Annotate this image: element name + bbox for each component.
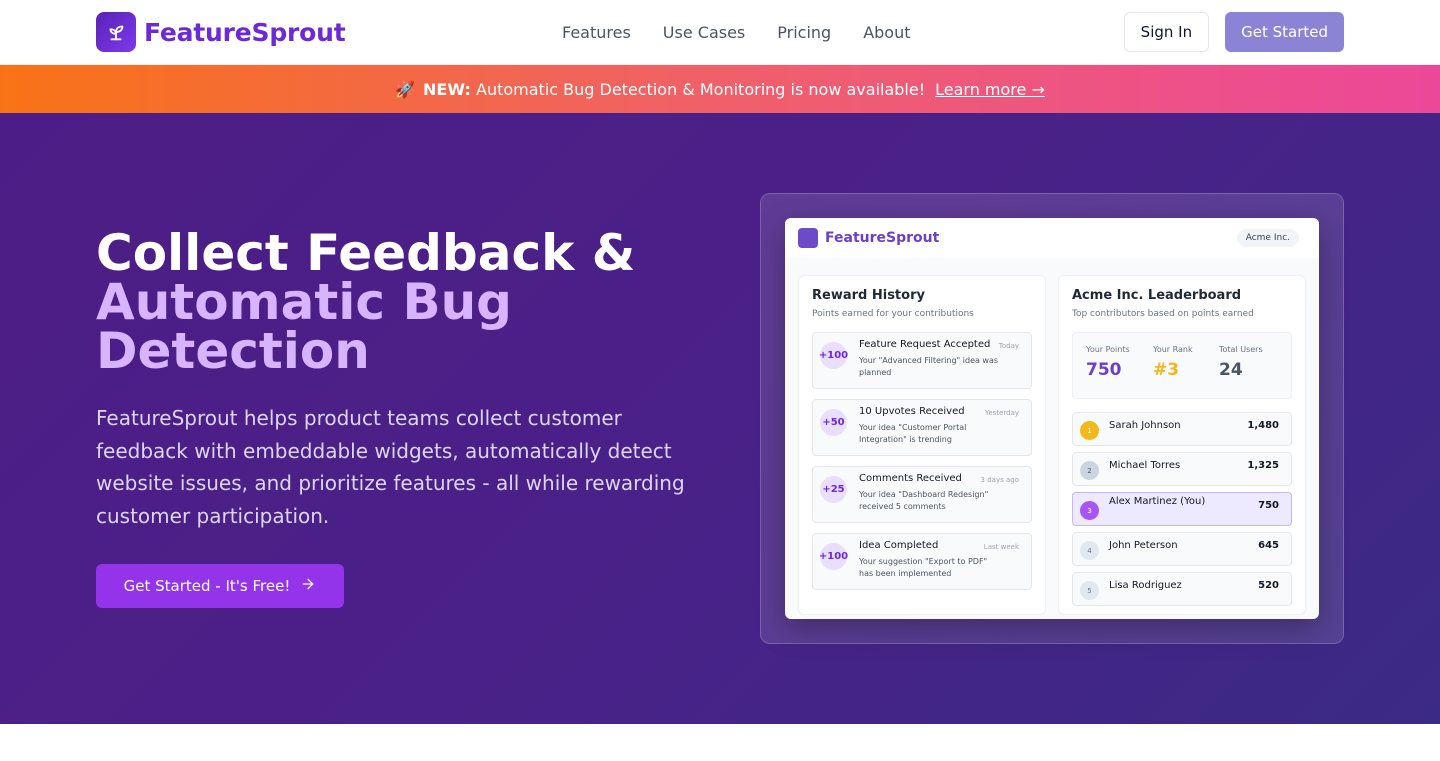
nav-link-about[interactable]: About — [863, 23, 910, 42]
sign-in-button[interactable]: Sign In — [1123, 12, 1210, 52]
hero-title: Collect Feedback & Automatic Bug Detecti… — [96, 228, 716, 380]
nav-link-pricing[interactable]: Pricing — [777, 23, 831, 42]
leader-score: 1,480 — [1247, 420, 1279, 431]
reward-history-title: Reward History — [812, 288, 925, 303]
leader-name: Michael Torres — [1109, 460, 1181, 471]
reward-item: +25 Comments Received 3 days ago Your id… — [812, 466, 1032, 523]
leaderboard-subtitle: Top contributors based on points earned — [1072, 309, 1254, 319]
stat-your-points: Your Points 750 — [1086, 345, 1130, 380]
hero-content: Collect Feedback & Automatic Bug Detecti… — [96, 228, 716, 608]
reward-time: Today — [998, 342, 1019, 350]
leader-score: 750 — [1258, 500, 1279, 511]
sprout-icon — [96, 12, 136, 52]
reward-points: +100 — [819, 342, 848, 369]
leaderboard-row: 4 John Peterson 645 — [1072, 532, 1292, 566]
rank-badge: 4 — [1080, 541, 1099, 560]
announcement-banner: 🚀 NEW: Automatic Bug Detection & Monitor… — [0, 65, 1440, 113]
rank-badge: 5 — [1080, 581, 1099, 600]
banner-learn-more-link[interactable]: Learn more → — [935, 80, 1045, 99]
dashboard-preview: FeatureSprout Acme Inc. Reward History P… — [785, 218, 1319, 619]
reward-points: +25 — [820, 476, 847, 503]
rank-badge: 1 — [1080, 421, 1099, 440]
leader-name: Alex Martinez (You) — [1109, 496, 1206, 507]
reward-history-subtitle: Points earned for your contributions — [812, 309, 974, 319]
leader-score: 1,325 — [1247, 460, 1279, 471]
leaderboard-title: Acme Inc. Leaderboard — [1072, 288, 1242, 303]
leaderboard-row: 2 Michael Torres 1,325 — [1072, 452, 1292, 486]
leader-name: Lisa Rodriguez — [1109, 580, 1182, 591]
reward-title: Feature Request Accepted — [859, 339, 991, 350]
reward-desc: Your idea "Customer Portal Integration" … — [859, 423, 967, 444]
reward-time: 3 days ago — [980, 476, 1019, 484]
leaderboard-stats: Your Points 750 Your Rank #3 Total Users… — [1072, 332, 1292, 399]
stat-label: Your Points — [1086, 345, 1130, 354]
mock-header: FeatureSprout Acme Inc. — [785, 218, 1319, 258]
reward-title: 10 Upvotes Received — [859, 406, 965, 417]
nav-links: Features Use Cases Pricing About — [562, 0, 911, 64]
stat-value: #3 — [1153, 360, 1180, 380]
leaderboard-panel: Acme Inc. Leaderboard Top contributors b… — [1058, 275, 1306, 615]
stat-value: 750 — [1086, 360, 1122, 380]
reward-points: +50 — [820, 409, 847, 436]
banner-message: Automatic Bug Detection & Monitoring is … — [476, 79, 926, 99]
nav-actions: Sign In Get Started — [1123, 12, 1344, 52]
reward-item: +100 Idea Completed Last week Your sugge… — [812, 533, 1032, 590]
stat-label: Your Rank — [1153, 345, 1193, 354]
hero-title-accent: Automatic Bug Detection — [96, 273, 512, 380]
dashboard-preview-frame: FeatureSprout Acme Inc. Reward History P… — [760, 193, 1344, 644]
get-started-button[interactable]: Get Started — [1225, 12, 1344, 52]
arrow-right-icon — [300, 576, 316, 596]
reward-time: Last week — [983, 543, 1019, 551]
hero-cta-button[interactable]: Get Started - It's Free! — [96, 564, 344, 608]
nav-link-features[interactable]: Features — [562, 23, 631, 42]
mock-logo-icon — [798, 228, 818, 248]
reward-history-panel: Reward History Points earned for your co… — [798, 275, 1046, 615]
stat-your-rank: Your Rank #3 — [1153, 345, 1193, 380]
leader-name: John Peterson — [1109, 540, 1178, 551]
rocket-icon: 🚀 — [395, 79, 416, 99]
mock-brand: FeatureSprout — [798, 228, 939, 248]
hero-cta-label: Get Started - It's Free! — [123, 577, 291, 595]
reward-desc: Your idea "Dashboard Redesign" received … — [859, 490, 989, 511]
banner-new-label: NEW: — [423, 79, 471, 99]
mock-org-badge: Acme Inc. — [1236, 229, 1299, 247]
brand-name: FeatureSprout — [144, 17, 346, 47]
brand[interactable]: FeatureSprout — [96, 12, 346, 52]
top-nav: FeatureSprout Features Use Cases Pricing… — [0, 0, 1440, 65]
reward-time: Yesterday — [985, 409, 1019, 417]
leaderboard-row: 5 Lisa Rodriguez 520 — [1072, 572, 1292, 606]
reward-title: Idea Completed — [859, 540, 939, 551]
leader-score: 520 — [1258, 580, 1279, 591]
leader-name: Sarah Johnson — [1109, 420, 1181, 431]
reward-desc: Your suggestion "Export to PDF" has been… — [859, 557, 988, 578]
reward-item: +100 Feature Request Accepted Today Your… — [812, 332, 1032, 389]
mock-brand-name: FeatureSprout — [825, 230, 940, 246]
rank-badge: 3 — [1080, 501, 1099, 520]
banner-text: NEW: Automatic Bug Detection & Monitorin… — [423, 80, 925, 99]
leaderboard-row: 1 Sarah Johnson 1,480 — [1072, 412, 1292, 446]
reward-title: Comments Received — [859, 473, 962, 484]
hero-section: Collect Feedback & Automatic Bug Detecti… — [0, 113, 1440, 724]
stat-total-users: Total Users 24 — [1219, 345, 1263, 380]
hero-description: FeatureSprout helps product teams collec… — [96, 406, 685, 528]
reward-desc: Your "Advanced Filtering" idea was plann… — [859, 356, 999, 377]
stat-value: 24 — [1219, 360, 1243, 380]
nav-link-use-cases[interactable]: Use Cases — [663, 23, 745, 42]
rank-badge: 2 — [1080, 461, 1099, 480]
stat-label: Total Users — [1219, 345, 1263, 354]
reward-item: +50 10 Upvotes Received Yesterday Your i… — [812, 399, 1032, 456]
leaderboard-row-current-user: 3 Alex Martinez (You) 750 — [1072, 492, 1292, 526]
leader-score: 645 — [1258, 540, 1279, 551]
reward-points: +100 — [819, 543, 848, 570]
